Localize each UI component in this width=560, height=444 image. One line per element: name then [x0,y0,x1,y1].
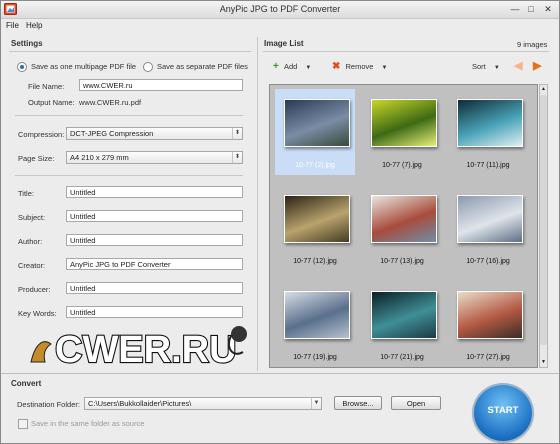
thumbnail-image [284,99,350,147]
image-thumbnail[interactable]: 10-77 (27).jpg [448,281,528,367]
settings-header: Settings [11,39,43,48]
remove-label: Remove [345,62,374,71]
image-thumbnail[interactable]: 10-77 (12).jpg [275,185,355,271]
minimize-icon[interactable]: — [507,3,523,15]
radio-separate-label: Save as separate PDF files [157,62,248,71]
chevron-down-icon: ▼ [381,65,388,71]
maximize-icon[interactable]: □ [523,3,539,15]
image-thumbnail[interactable]: 10-77 (2).jpg [275,89,355,175]
keywords-input[interactable]: Untitled [66,306,243,318]
thumbnail-caption: 10-77 (27).jpg [466,354,510,361]
thumbnail-image [284,195,350,243]
creator-label: Creator: [18,261,46,270]
compression-value: DCT-JPEG Compression [70,129,154,138]
compression-select[interactable]: DCT-JPEG Compression ⬍ [66,127,243,140]
window-title: AnyPic JPG to PDF Converter [219,4,341,14]
thumbnail-caption: 10-77 (13).jpg [380,258,424,265]
thumbnail-caption: 10-77 (2).jpg [295,162,335,169]
remove-x-icon: ✖ [332,61,341,72]
convert-header: Convert [11,379,42,388]
radio-multipage[interactable] [17,62,27,72]
chevron-down-icon: ▼ [305,65,312,71]
page-size-select[interactable]: A4 210 x 279 mm ⬍ [66,151,243,164]
thumbnail-image [371,99,437,147]
sort-button[interactable]: Sort ▼ [472,62,500,71]
output-name-value: www.CWER.ru.pdf [79,98,142,107]
thumbnail-caption: 10-77 (16).jpg [466,258,510,265]
destination-folder-select[interactable]: C:\Users\Bukkollaider\Pictures\ ▼ [84,397,322,410]
thumbnail-caption: 10-77 (11).jpg [466,162,510,169]
radio-multipage-label: Save as one multipage PDF file [31,62,137,71]
author-label: Author: [18,237,43,246]
scroll-thumb[interactable] [540,95,547,345]
compression-label: Compression: [18,130,65,139]
thumbnail-caption: 10-77 (12).jpg [293,258,337,265]
sort-label: Sort [472,62,486,71]
add-label: Add [283,62,298,71]
app-window: AnyPic JPG to PDF Converter — □ ✕ File H… [0,0,560,444]
plus-icon: + [273,61,279,72]
page-size-value: A4 210 x 279 mm [70,153,129,162]
subject-label: Subject: [18,213,46,222]
title-bar: AnyPic JPG to PDF Converter — □ ✕ [1,1,559,19]
move-left-arrow-icon[interactable]: ◀ [514,59,522,72]
keywords-label: Key Words: [18,309,57,318]
open-button[interactable]: Open [391,396,441,410]
chevron-down-icon: ▼ [311,398,321,409]
chevron-down-icon: ▼ [493,65,500,71]
destination-folder-label: Destination Folder: [17,400,80,409]
move-right-arrow-icon[interactable]: ▶ [533,59,541,72]
image-count: 9 images [517,40,548,49]
image-thumbnail[interactable]: 10-77 (11).jpg [448,89,528,175]
start-button[interactable]: START [474,385,532,441]
close-icon[interactable]: ✕ [540,3,556,15]
scroll-down-icon[interactable]: ▼ [540,358,547,367]
image-thumbnail[interactable]: 10-77 (7).jpg [362,89,442,175]
spin-arrows-icon: ⬍ [232,128,242,139]
file-name-input[interactable]: www.CWER.ru [79,79,243,91]
subject-input[interactable]: Untitled [66,210,243,222]
spin-arrows-icon: ⬍ [232,152,242,163]
vertical-scrollbar[interactable]: ▲ ▼ [539,84,548,368]
thumbnail-caption: 10-77 (19).jpg [293,354,337,361]
thumbnail-image [457,195,523,243]
thumbnail-caption: 10-77 (7).jpg [382,162,422,169]
thumbnail-caption: 10-77 (21).jpg [380,354,424,361]
image-thumbnail[interactable]: 10-77 (16).jpg [448,185,528,271]
menu-bar: File Help [1,19,559,33]
image-thumbnail[interactable]: 10-77 (19).jpg [275,281,355,367]
title-input[interactable]: Untitled [66,186,243,198]
image-thumbnail[interactable]: 10-77 (13).jpg [362,185,442,271]
producer-label: Producer: [18,285,51,294]
watermark-text: CWER.RU [55,329,237,368]
scroll-up-icon[interactable]: ▲ [540,85,547,94]
thumbnail-image [371,195,437,243]
image-grid[interactable]: 10-77 (2).jpg 10-77 (7).jpg 10-77 (11).jpg… [269,84,538,368]
producer-input[interactable]: Untitled [66,282,243,294]
output-name-label: Output Name: [28,98,75,107]
same-folder-label: Save in the same folder as source [31,419,145,428]
same-folder-checkbox[interactable] [18,419,28,429]
creator-input[interactable]: AnyPic JPG to PDF Converter [66,258,243,270]
menu-help[interactable]: Help [26,21,42,30]
thumbnail-image [457,99,523,147]
thumbnail-image [457,291,523,339]
cwer-watermark-logo: CWER.RU [30,326,247,368]
image-thumbnail[interactable]: 10-77 (21).jpg [362,281,442,367]
author-input[interactable]: Untitled [66,234,243,246]
file-name-label: File Name: [28,82,65,91]
thumbnail-image [284,291,350,339]
browse-button[interactable]: Browse... [334,396,382,410]
thumbnail-image [371,291,437,339]
menu-file[interactable]: File [6,21,19,30]
remove-button[interactable]: ✖ Remove ▼ [332,61,387,72]
image-list-header: Image List [264,39,304,48]
add-button[interactable]: + Add ▼ [273,61,311,72]
destination-folder-value: C:\Users\Bukkollaider\Pictures\ [88,399,192,408]
start-label: START [487,405,519,416]
page-size-label: Page Size: [18,154,55,163]
radio-separate[interactable] [143,62,153,72]
title-label: Title: [18,189,34,198]
